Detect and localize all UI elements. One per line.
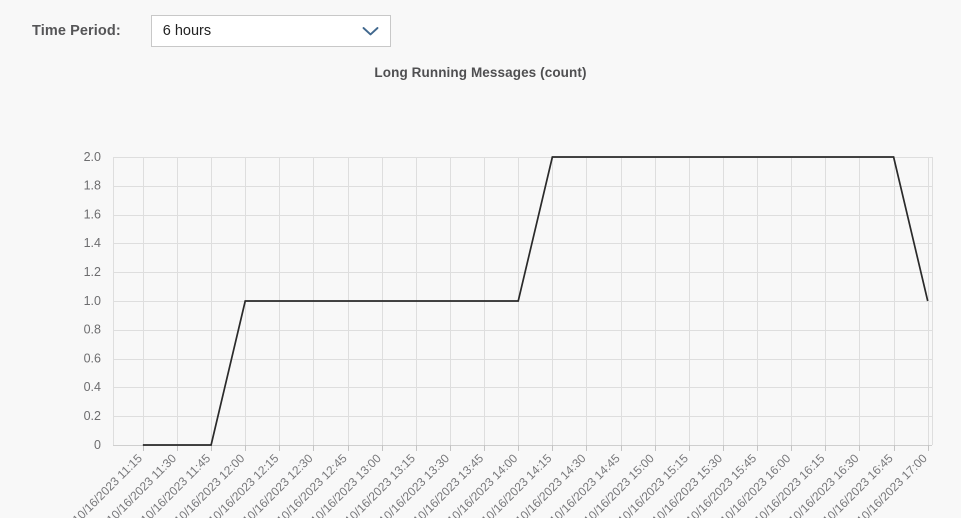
y-axis-tick-label: 1.6: [84, 207, 101, 221]
y-axis-tick-label: 1.0: [84, 294, 101, 308]
y-axis-tick-label: 2.0: [84, 150, 101, 164]
y-axis-tick-label: 1.2: [84, 265, 101, 279]
y-axis-tick-label: 1.8: [84, 179, 101, 193]
x-axis-tick-label: 10/16/2023 11:15: [70, 451, 146, 518]
time-period-dropdown[interactable]: 6 hours: [150, 15, 391, 47]
chart-gridlines: [113, 157, 933, 451]
y-axis-tick-label: 0.2: [84, 409, 101, 423]
time-period-label: Time Period:: [32, 23, 121, 39]
time-period-selected-value: 6 hours: [162, 23, 212, 39]
y-axis-tick-label: 0.8: [84, 323, 101, 337]
chevron-down-icon: [362, 27, 379, 36]
chart-panel: Long Running Messages (count) 0 0.2 0.4 0.6…: [0, 62, 961, 518]
x-axis-tick-labels: 10/16/2023 11:1510/16/2023 11:3010/16/20…: [70, 451, 930, 518]
long-running-messages-line-chart: 0 0.2 0.4 0.6 0.8 1.0 1.2 1.4 1.6 1.8 2.0 10/16/20…: [70, 150, 933, 518]
y-axis-tick-label: 1.4: [84, 236, 101, 250]
y-axis-tick-label: 0.4: [84, 380, 101, 394]
y-axis-tick-label: 0: [94, 438, 101, 452]
toolbar: Time Period: 6 hours: [0, 0, 961, 62]
y-axis-tick-label: 0.6: [84, 351, 101, 365]
y-axis-tick-labels: 0 0.2 0.4 0.6 0.8 1.0 1.2 1.4 1.6 1.8 2.0: [84, 150, 101, 452]
